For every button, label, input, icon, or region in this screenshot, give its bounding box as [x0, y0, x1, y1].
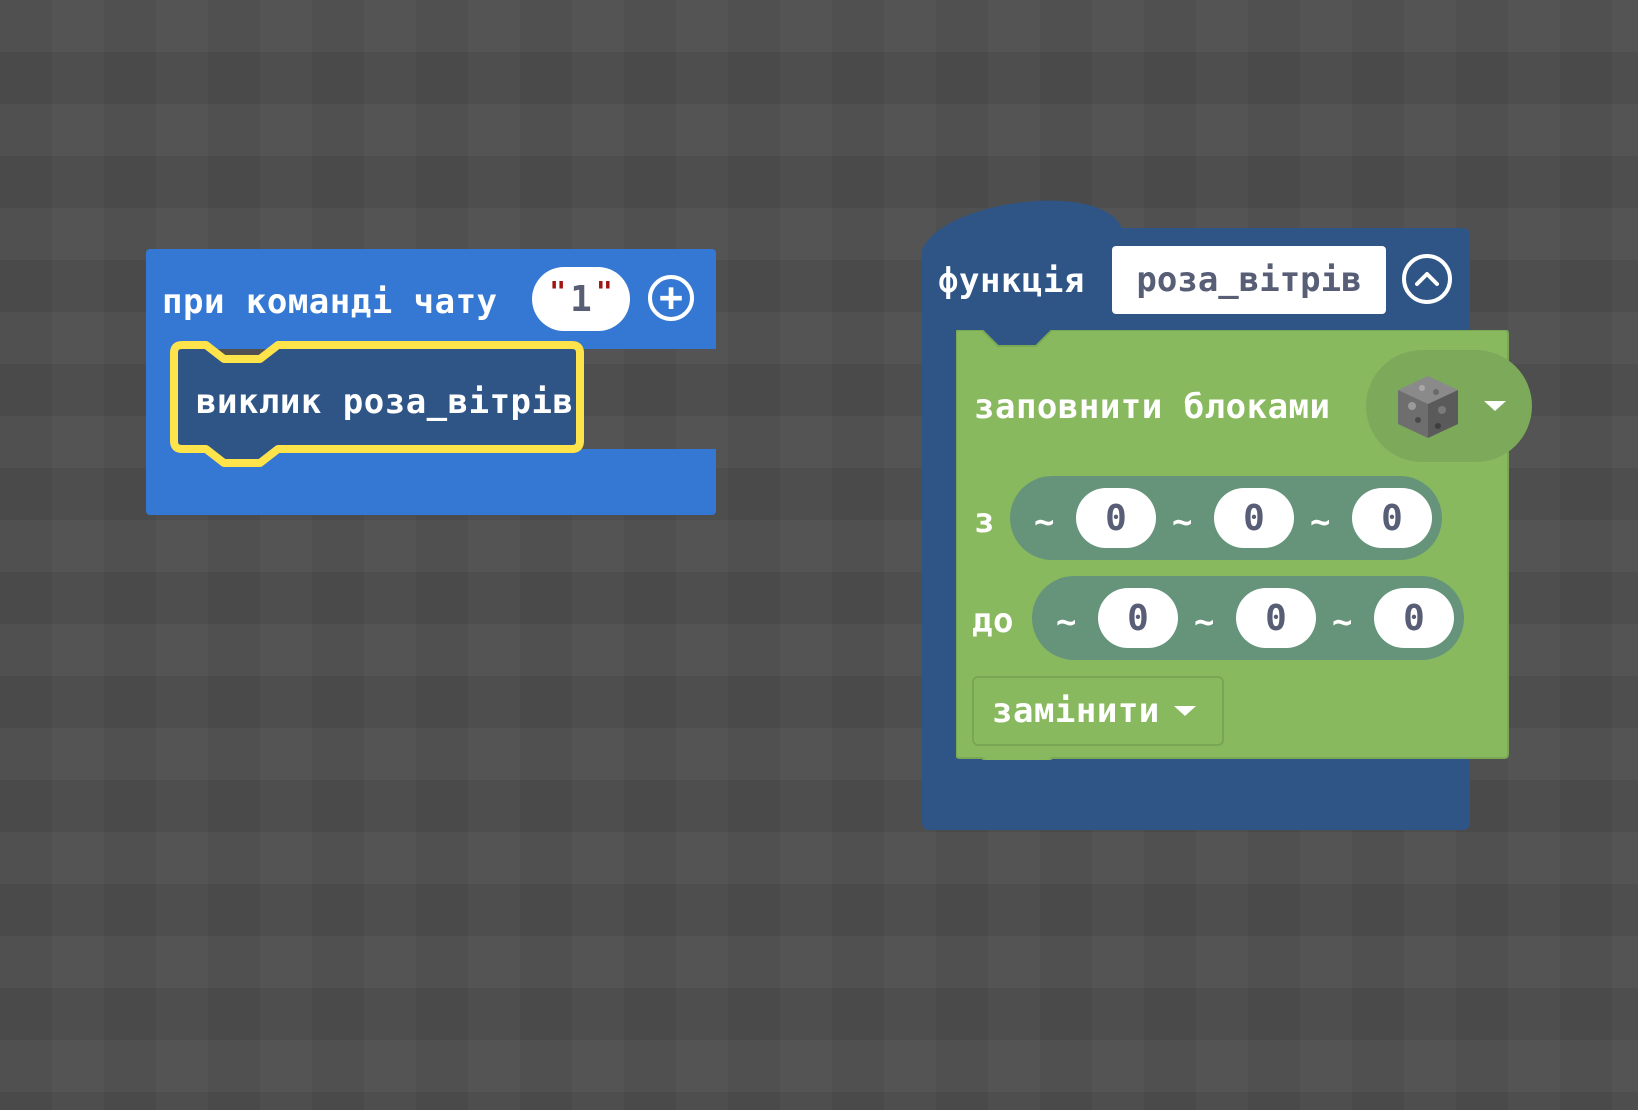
- fill-mode-value: замінити: [992, 691, 1160, 731]
- block-type-dropdown[interactable]: [1366, 350, 1532, 462]
- function-name-text: роза_вітрів: [1136, 260, 1362, 300]
- from-y-value: 0: [1243, 497, 1265, 539]
- to-y-tilde: ~: [1194, 602, 1215, 642]
- chat-command-value: 1: [570, 278, 592, 320]
- function-name-field[interactable]: роза_вітрів: [1112, 246, 1386, 314]
- call-function-label: виклик роза_вітрів: [196, 382, 574, 422]
- fill-blocks-label: заповнити блоками: [974, 387, 1331, 427]
- from-y-tilde: ~: [1172, 502, 1193, 542]
- to-x-field[interactable]: 0: [1098, 588, 1178, 648]
- function-definition-block[interactable]: функція роза_вітрів заповнити блоками з …: [922, 190, 1532, 832]
- chevron-down-icon: [1173, 706, 1196, 716]
- to-y-field[interactable]: 0: [1236, 588, 1316, 648]
- quote-close: ": [595, 274, 613, 308]
- fill-mode-dropdown[interactable]: замінити: [972, 676, 1224, 746]
- chat-command-event-block[interactable]: при команді чату " 1 " + виклик роза_віт…: [146, 249, 716, 515]
- to-x-value: 0: [1127, 597, 1149, 639]
- plus-circle-icon[interactable]: +: [648, 275, 694, 321]
- chevron-down-icon: [1484, 401, 1506, 411]
- to-z-tilde: ~: [1332, 602, 1353, 642]
- from-label: з: [974, 501, 995, 541]
- chat-command-value-field[interactable]: " 1 ": [532, 267, 630, 331]
- cobblestone-block-icon: [1398, 376, 1458, 438]
- from-x-value: 0: [1105, 497, 1127, 539]
- from-z-field[interactable]: 0: [1352, 488, 1432, 548]
- from-x-tilde: ~: [1034, 502, 1055, 542]
- to-label: до: [972, 601, 1014, 641]
- from-z-tilde: ~: [1310, 502, 1331, 542]
- from-y-field[interactable]: 0: [1214, 488, 1294, 548]
- from-x-field[interactable]: 0: [1076, 488, 1156, 548]
- to-z-value: 0: [1403, 597, 1425, 639]
- function-keyword-label: функція: [938, 261, 1085, 301]
- chat-command-label: при команді чату: [162, 282, 498, 322]
- from-z-value: 0: [1381, 497, 1403, 539]
- to-z-field[interactable]: 0: [1374, 588, 1454, 648]
- quote-open: ": [549, 274, 567, 308]
- to-x-tilde: ~: [1056, 602, 1077, 642]
- chevron-up-circle-icon[interactable]: [1402, 254, 1452, 304]
- to-y-value: 0: [1265, 597, 1287, 639]
